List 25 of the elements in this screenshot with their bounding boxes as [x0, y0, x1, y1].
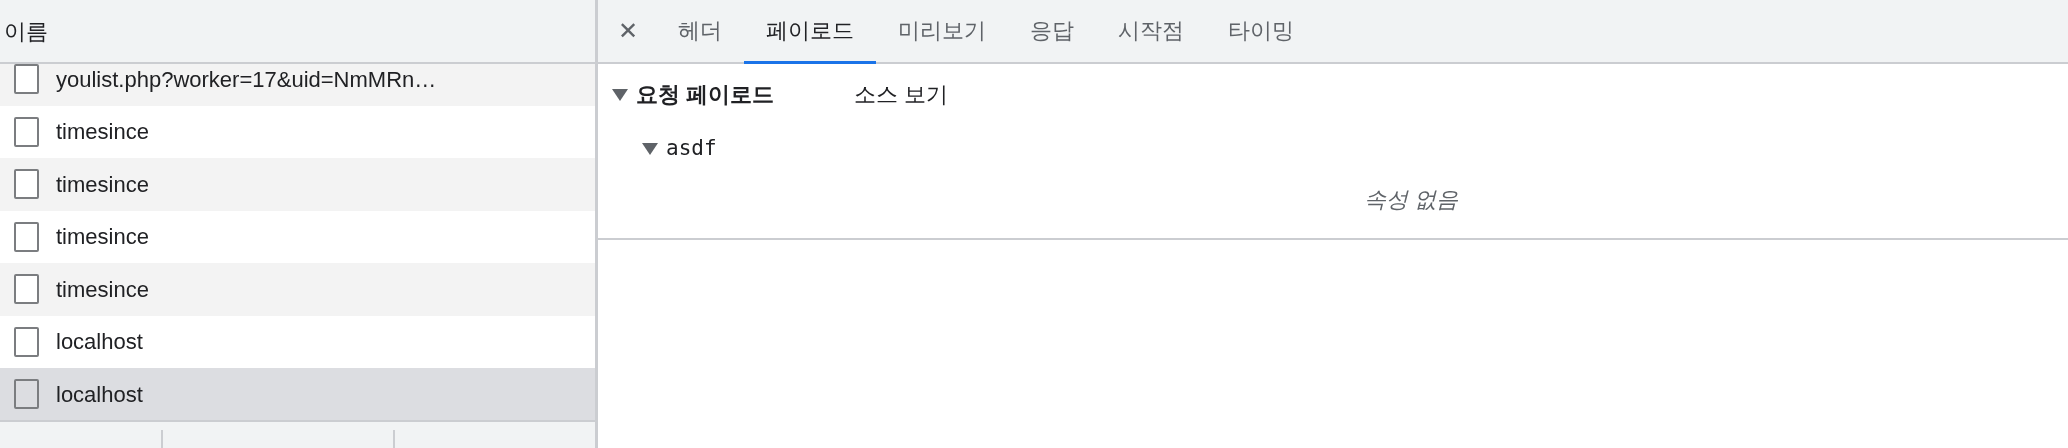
checkbox[interactable] — [14, 379, 39, 410]
checkbox[interactable] — [14, 221, 39, 252]
tab[interactable]: 미리보기 — [876, 0, 1009, 64]
expand-triangle-icon[interactable] — [642, 142, 658, 155]
request-row[interactable]: localhost — [0, 368, 595, 420]
section-title[interactable]: 요청 페이로드 — [636, 78, 775, 111]
view-source-link[interactable]: 소스 보기 — [854, 78, 949, 111]
request-row[interactable]: timesince — [0, 158, 595, 211]
checkbox[interactable] — [14, 274, 39, 305]
checkbox[interactable] — [14, 116, 39, 147]
tab[interactable]: 타이밍 — [1206, 0, 1317, 64]
checkbox[interactable] — [14, 64, 39, 95]
checkbox[interactable] — [14, 169, 39, 200]
request-row[interactable]: timesince — [0, 263, 595, 316]
tab[interactable]: 페이로드 — [744, 0, 877, 64]
expand-triangle-icon[interactable] — [612, 88, 628, 101]
close-button[interactable]: ✕ — [618, 0, 657, 62]
checkbox[interactable] — [14, 326, 39, 357]
column-header[interactable]: 이름 — [4, 14, 48, 48]
parameter-name: asdf — [666, 135, 717, 162]
tab[interactable]: 헤더 — [656, 0, 745, 64]
empty-message: 속성 없음 — [1363, 186, 1458, 212]
request-row[interactable]: youlist.php?worker=17&uid=NmMRn… — [0, 64, 595, 106]
tab[interactable]: 응답 — [1008, 0, 1097, 64]
tab[interactable]: 시작점 — [1096, 0, 1207, 64]
